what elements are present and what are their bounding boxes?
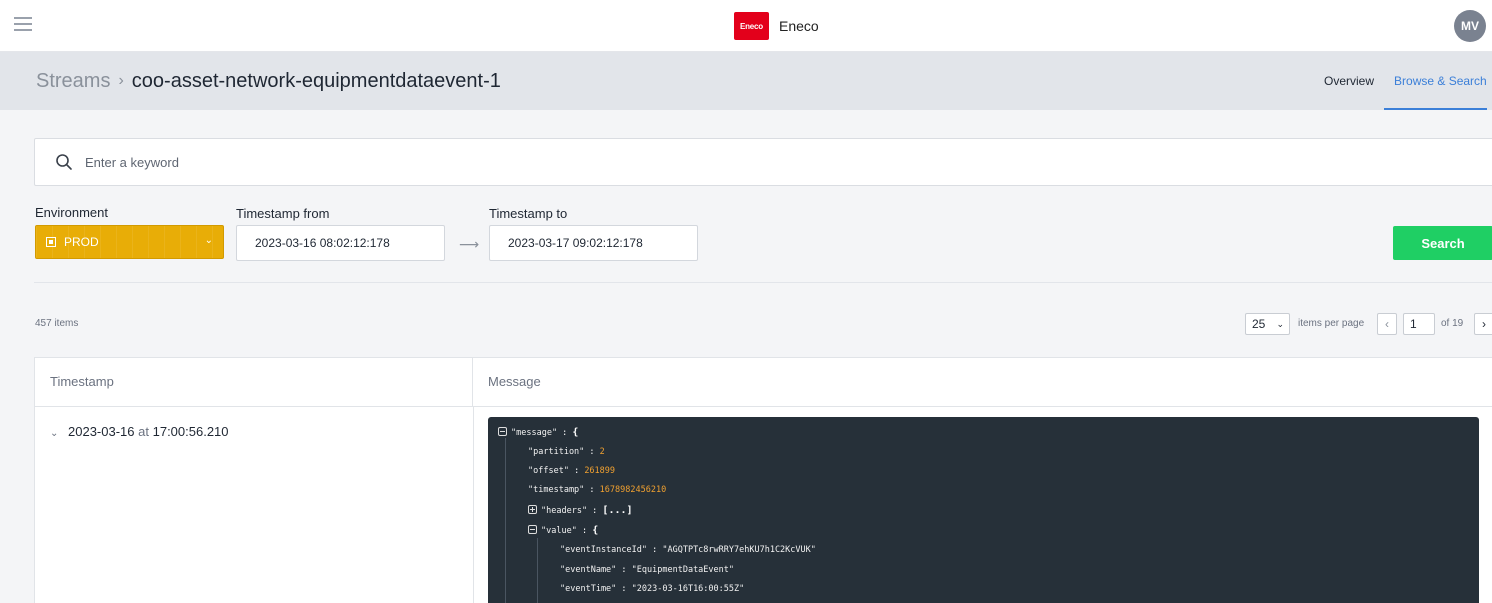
breadcrumb: Streams › coo-asset-network-equipmentdatae…: [36, 70, 501, 93]
json-line-event-time: "eventTime" : "2023-03-16T16:00:55Z": [560, 584, 745, 594]
chevron-down-icon[interactable]: ⌄: [50, 428, 58, 439]
json-line-offset: "offset" : 261899: [528, 466, 616, 476]
page-title: coo-asset-network-equipmentdataevent-1: [131, 70, 501, 92]
json-line-partition: "partition" : 2: [528, 447, 605, 457]
previous-page-button[interactable]: ‹: [1377, 313, 1397, 335]
tab-browse-search[interactable]: Browse & Search: [1384, 52, 1487, 110]
table-row-timestamp[interactable]: ⌄ 2023-03-16 at 17:00:56.210: [50, 424, 229, 439]
eneco-logo: Eneco: [734, 12, 769, 40]
items-per-page-select[interactable]: 25 ⌄: [1245, 313, 1290, 335]
environment-select[interactable]: PROD ⌄: [35, 225, 224, 259]
timestamp-to-label: Timestamp to: [489, 206, 568, 221]
json-line-headers: "headers" : [...]: [528, 504, 633, 516]
json-line-message: "message" : {: [498, 426, 578, 438]
header-divider: [35, 406, 1492, 407]
divider: [34, 282, 1492, 283]
brand[interactable]: Eneco Eneco: [734, 12, 819, 40]
json-line-event-instance-id: "eventInstanceId" : "AGQTPTc8rwRRY7ehKU7…: [560, 545, 816, 555]
json-indent-guide: [537, 538, 538, 603]
app-bar: Eneco Eneco MV: [0, 0, 1492, 52]
items-per-page-label: items per page: [1298, 318, 1365, 329]
environment-value: PROD: [64, 235, 99, 249]
json-indent-guide: [505, 438, 506, 603]
json-message-viewer: "message" : { "partition" : 2 "offset" :…: [488, 417, 1479, 603]
expand-toggle-icon[interactable]: [528, 505, 537, 514]
items-per-page-value: 25: [1252, 317, 1266, 331]
view-tabs: Overview Browse & Search: [1314, 52, 1487, 110]
json-line-timestamp: "timestamp" : 1678982456210: [528, 485, 667, 495]
column-divider: [473, 406, 474, 603]
environment-icon: [46, 237, 56, 247]
column-header-message[interactable]: Message: [473, 358, 1492, 406]
timestamp-to-field[interactable]: 2023-03-17 09:02:12:178: [489, 225, 698, 261]
item-count: 457 items: [35, 318, 79, 329]
tab-overview[interactable]: Overview: [1314, 52, 1384, 110]
chevron-down-icon: ⌄: [1276, 319, 1284, 329]
user-avatar[interactable]: MV: [1454, 10, 1486, 42]
search-button[interactable]: Search: [1393, 226, 1492, 260]
row-time: 17:00:56.210: [152, 424, 229, 439]
page-number-input[interactable]: 1: [1403, 313, 1435, 335]
breadcrumb-streams-link[interactable]: Streams: [36, 70, 110, 92]
timestamp-from-field[interactable]: 2023-03-16 08:02:12:178: [236, 225, 445, 261]
json-line-event-name: "eventName" : "EquipmentDataEvent": [560, 565, 735, 575]
chevron-down-icon: ⌄: [204, 235, 213, 246]
collapse-toggle-icon[interactable]: [498, 427, 507, 436]
keyword-search-input[interactable]: [85, 139, 1465, 185]
environment-label: Environment: [35, 205, 108, 220]
row-at: at: [138, 424, 149, 439]
column-header-timestamp[interactable]: Timestamp: [35, 358, 473, 406]
next-page-button[interactable]: ›: [1474, 313, 1492, 335]
collapse-toggle-icon[interactable]: [528, 525, 537, 534]
arrow-right-icon: ⟶: [459, 236, 480, 252]
hamburger-menu-icon[interactable]: [14, 17, 32, 31]
row-date: 2023-03-16: [68, 424, 135, 439]
page-header: Streams › coo-asset-network-equipmentdatae…: [0, 52, 1492, 110]
search-icon: [56, 154, 72, 170]
timestamp-from-label: Timestamp from: [236, 206, 330, 221]
messages-table: Timestamp Message ⌄ 2023-03-16 at 17:00:…: [34, 357, 1492, 603]
json-line-value: "value" : {: [528, 524, 598, 536]
breadcrumb-separator-icon: ›: [118, 72, 124, 89]
keyword-search-box: [34, 138, 1492, 186]
page-total: of 19: [1441, 318, 1464, 329]
brand-name: Eneco: [779, 18, 819, 34]
